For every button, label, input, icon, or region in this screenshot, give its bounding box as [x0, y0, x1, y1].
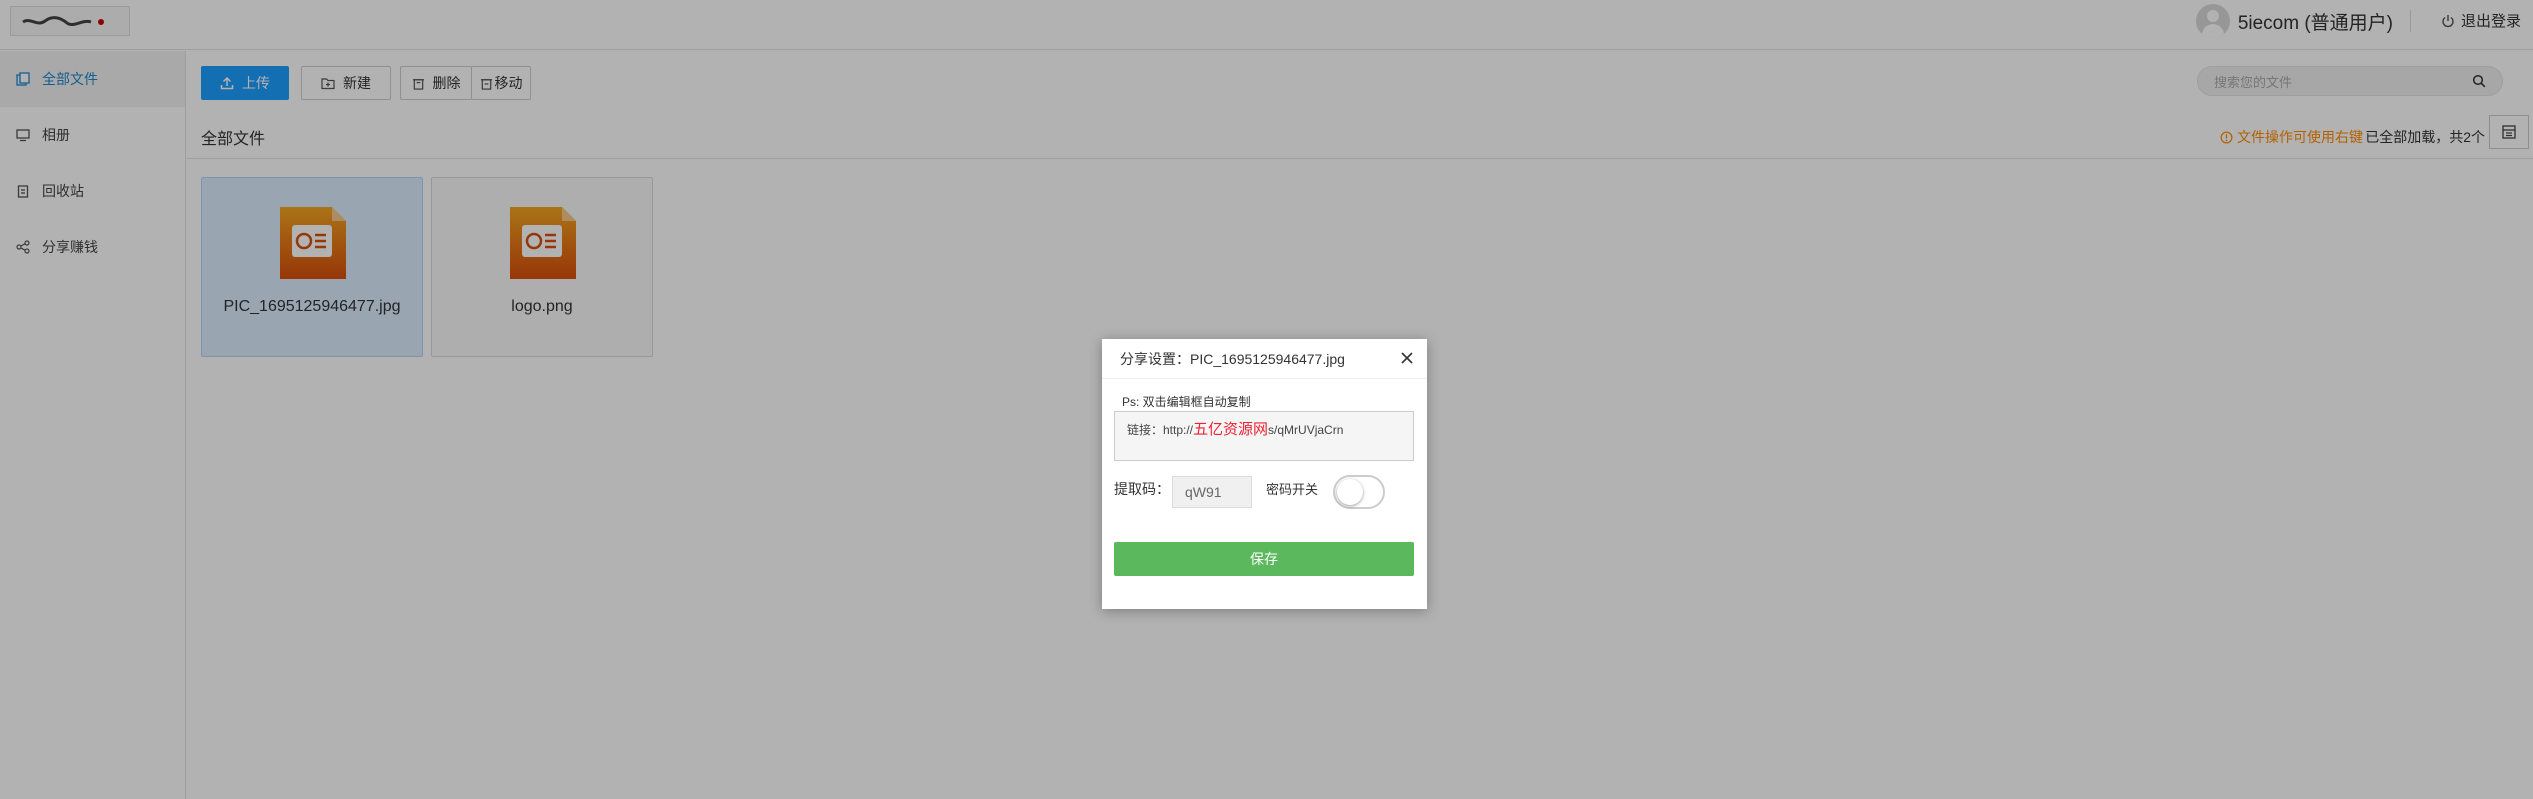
dialog-divider: [1102, 378, 1427, 379]
close-icon[interactable]: [1399, 350, 1415, 366]
password-toggle[interactable]: [1333, 475, 1385, 509]
link-suffix: s/qMrUVjaCrn: [1268, 423, 1344, 437]
share-link-textarea[interactable]: 链接：http://五亿资源网s/qMrUVjaCrn: [1114, 411, 1414, 461]
save-button[interactable]: 保存: [1114, 542, 1414, 576]
dialog-title: 分享设置：PIC_1695125946477.jpg: [1120, 351, 1345, 367]
extract-code-input[interactable]: qW91: [1172, 476, 1252, 508]
share-dialog: 分享设置：PIC_1695125946477.jpg Ps: 双击编辑框自动复制…: [1102, 339, 1427, 609]
link-prefix: 链接：http://: [1127, 423, 1194, 437]
password-switch-label: 密码开关: [1266, 482, 1319, 497]
toggle-knob: [1337, 479, 1363, 505]
copy-hint: Ps: 双击编辑框自动复制: [1122, 395, 1251, 409]
extract-code-label: 提取码：: [1114, 481, 1170, 497]
link-watermark: 五亿资源网: [1193, 421, 1269, 438]
